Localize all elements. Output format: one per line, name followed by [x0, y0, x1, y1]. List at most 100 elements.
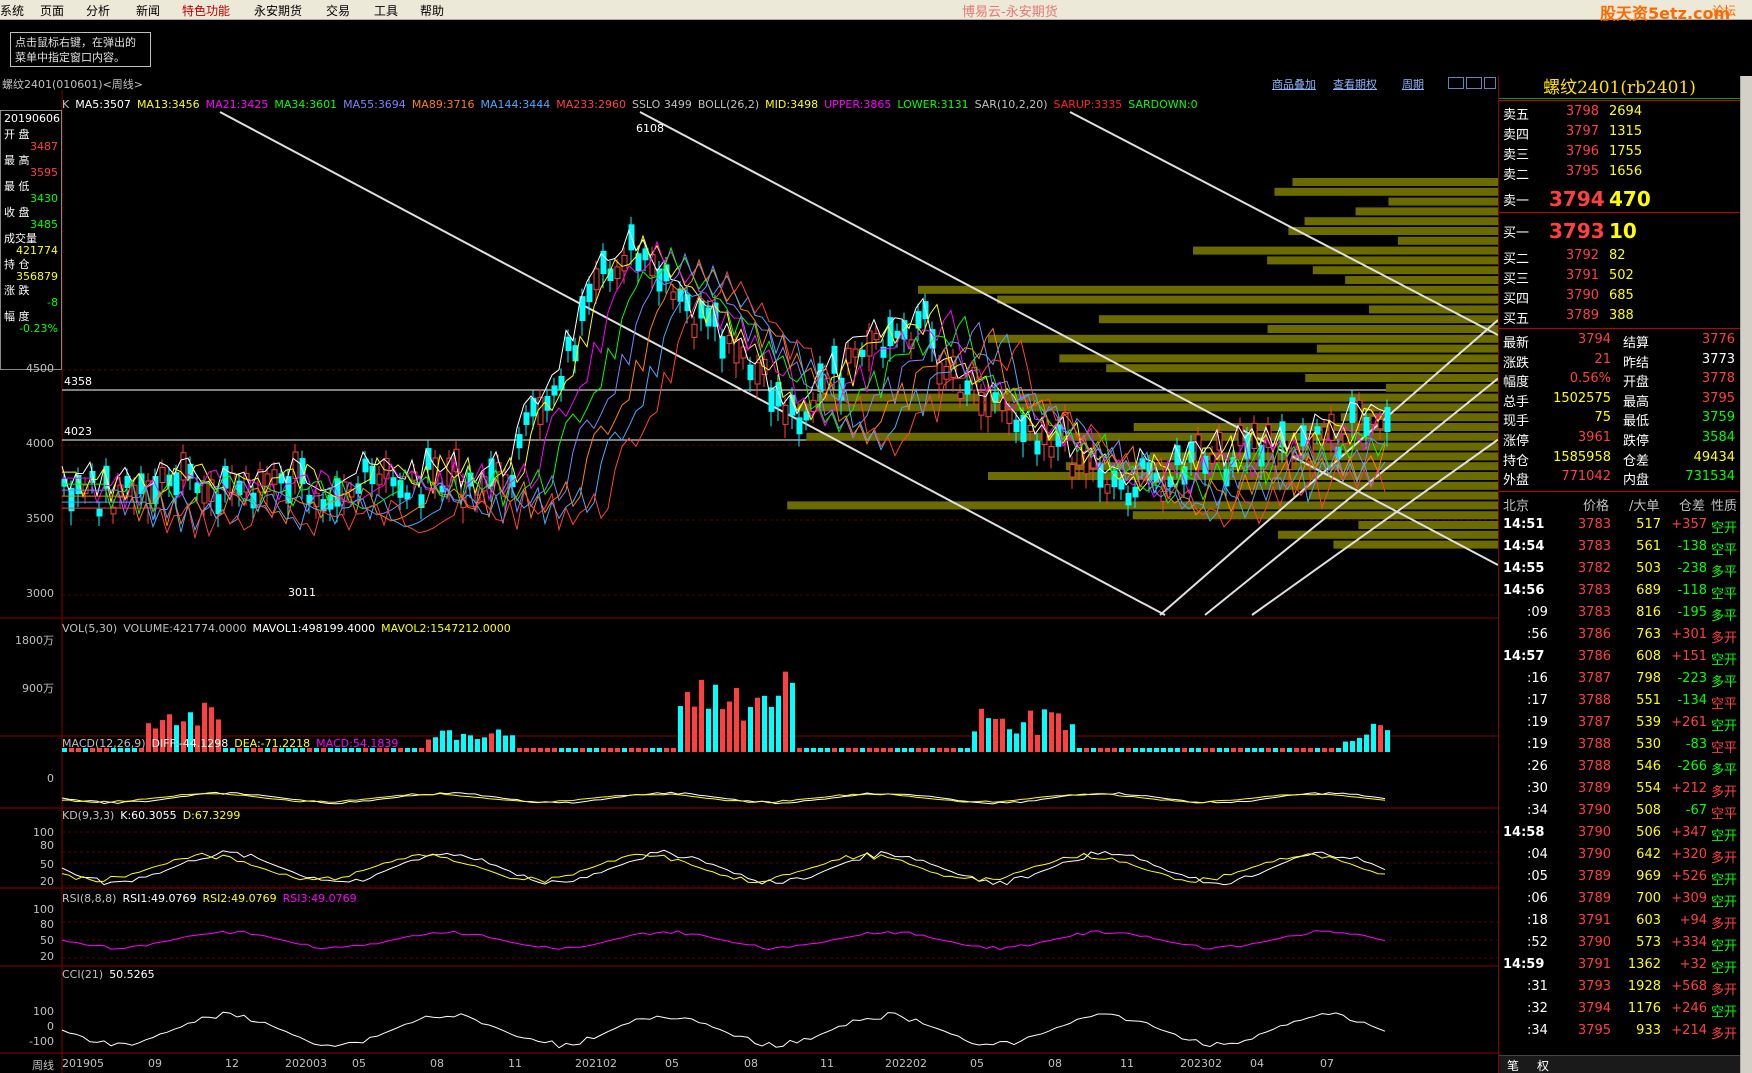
rsi-axis-label: 80 [40, 918, 54, 931]
volume-bar [874, 748, 879, 752]
time-axis-label: 202302 [1180, 1057, 1222, 1070]
volume-bar [468, 735, 473, 752]
tick-cell-n: 空开 [1711, 872, 1738, 888]
tick-cell-n: 多开 [1711, 784, 1738, 800]
scrollbar[interactable] [1740, 76, 1752, 1073]
time-axis-label: 11 [820, 1057, 834, 1070]
candle-body [292, 451, 299, 479]
bid-volume: 82 [1609, 248, 1626, 263]
tick-row: 14:57 3786 608 +151 空开 [1499, 647, 1741, 669]
volume-bar [1133, 748, 1138, 752]
volume-profile-bar [1193, 246, 1498, 255]
tick-cell-v: 546 [1636, 758, 1661, 774]
menu-trade[interactable]: 交易 [326, 2, 350, 19]
menu-system[interactable]: 系统 [0, 2, 24, 19]
volume-bar [1112, 748, 1117, 752]
volume-bar [1028, 710, 1033, 752]
menu-analysis[interactable]: 分析 [86, 2, 110, 19]
volume-bar [944, 748, 949, 752]
volume-axis-label: 900万 [22, 682, 54, 695]
bid-price: 3790 [1565, 288, 1599, 303]
legend-item: DEA:-71.2218 [234, 737, 311, 750]
candle-body [852, 348, 859, 358]
tick-row: 14:59 3791 1362 +32 空开 [1499, 955, 1741, 977]
kd-axis-label: 20 [40, 875, 54, 888]
legend-item: K:60.3055 [120, 809, 177, 822]
candle-body [1132, 486, 1139, 498]
volume-profile-bar [1059, 354, 1498, 363]
bid-price: 3792 [1565, 248, 1599, 263]
tick-cell-t: :19 [1527, 714, 1548, 730]
volume-profile-bar [1312, 266, 1498, 275]
volume-bar [706, 708, 711, 752]
stat-row: 现手 75 最低 3759 [1499, 410, 1741, 430]
chart-area[interactable]: 点击鼠标右键，在弹出的 菜单中指定窗口内容。 螺纹2401(010601)<周线… [0, 20, 1498, 1073]
volume-bar [419, 748, 424, 752]
legend-item: MA89:3716 [411, 98, 475, 111]
menu-features[interactable]: 特色功能 [182, 2, 230, 19]
zoom-in-button[interactable] [1448, 77, 1464, 89]
legend-item: VOL(5,30) [62, 622, 118, 635]
menu-help[interactable]: 帮助 [420, 2, 444, 19]
tick-row: :19 3787 539 +261 空开 [1499, 713, 1741, 735]
volume-bar [797, 748, 802, 752]
menu-tools[interactable]: 工具 [374, 2, 398, 19]
volume-bar [937, 748, 942, 752]
price-line-label: 4358 [64, 375, 92, 388]
stat-label: 持仓 [1503, 453, 1530, 469]
volume-bar [1161, 748, 1166, 752]
volume-bar [1378, 725, 1383, 752]
tick-cell-t: :34 [1527, 1022, 1548, 1038]
menu-bar: 系统 页面 分析 新闻 特色功能 永安期货 交易 工具 帮助 博易云-永安期货 … [0, 0, 1752, 23]
volume-profile-bar [1316, 344, 1498, 353]
candle-body [775, 381, 782, 407]
ask-price: 3795 [1565, 164, 1599, 179]
tick-cell-n: 多开 [1711, 850, 1738, 866]
tick-row: :16 3787 798 -223 多平 [1499, 669, 1741, 691]
tick-cell-p: 3793 [1577, 978, 1611, 994]
restore-button[interactable] [1484, 77, 1496, 89]
bid-volume: 502 [1609, 268, 1634, 283]
legend-item: SAR(10,2,20) [974, 98, 1048, 111]
menu-page[interactable]: 页面 [40, 2, 64, 19]
candle-body [1006, 409, 1013, 425]
legend-item: LOWER:3131 [897, 98, 969, 111]
overlay-commodity-link[interactable]: 商品叠加 [1272, 76, 1316, 92]
zoom-out-button[interactable] [1466, 77, 1482, 89]
cci-axis-label: 0 [47, 1020, 54, 1033]
trough-price-label: 3011 [288, 586, 316, 599]
volume-profile-bar [1296, 442, 1498, 451]
volume-bar [1000, 718, 1005, 752]
forum-link[interactable]: 论坛 [1712, 2, 1736, 19]
volume-bar [454, 739, 459, 752]
stat-value: 731534 [1685, 469, 1735, 485]
separator [1499, 100, 1741, 101]
candle-body [516, 434, 523, 449]
bottom-tab[interactable]: 权 [1537, 1057, 1549, 1073]
volume-bar [846, 748, 851, 752]
ask-price: 3797 [1565, 124, 1599, 139]
chart-canvas[interactable] [0, 20, 1498, 1073]
stat-label: 最新 [1503, 336, 1530, 351]
candle-body [768, 387, 775, 412]
menu-news[interactable]: 新闻 [136, 2, 160, 19]
view-options-link[interactable]: 查看期权 [1333, 76, 1377, 92]
time-axis-label: 09 [148, 1057, 162, 1070]
stat-value: 3584 [1701, 430, 1735, 445]
volume-bar [762, 695, 767, 752]
ask-row: 卖一 3794 470 [1499, 187, 1741, 211]
separator [1499, 98, 1741, 99]
tick-row: :32 3794 1176 +246 空开 [1499, 999, 1741, 1021]
legend-item: SARUP:3335 [1053, 98, 1123, 111]
tick-cell-p: 3783 [1577, 538, 1611, 554]
menu-yongan[interactable]: 永安期货 [254, 2, 302, 19]
volume-bar [986, 718, 991, 752]
period-link[interactable]: 周期 [1402, 76, 1424, 92]
tick-cell-n: 空开 [1711, 894, 1738, 910]
stat-value: 3759 [1701, 410, 1735, 426]
tick-header-cell: 性质 [1711, 498, 1738, 514]
contract-title[interactable]: 螺纹2401(rb2401) [1499, 76, 1740, 100]
bottom-tab[interactable]: 笔 [1507, 1057, 1519, 1073]
tick-cell-v: 1928 [1627, 978, 1661, 994]
volume-bar [1105, 748, 1110, 752]
